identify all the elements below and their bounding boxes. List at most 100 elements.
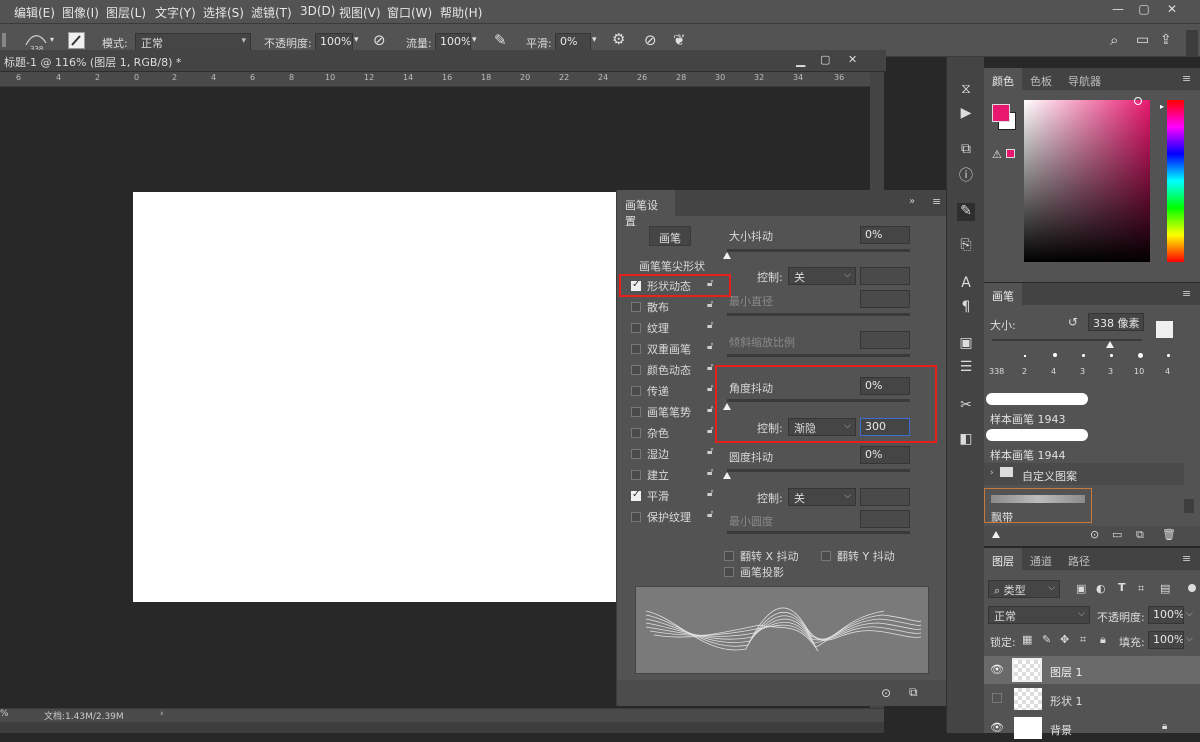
roundness-jitter-input[interactable]: 0% xyxy=(860,446,910,464)
toolbar-scroll[interactable] xyxy=(1186,30,1198,56)
reset-icon[interactable]: ↺ xyxy=(1068,315,1078,329)
tilt-scale-input[interactable] xyxy=(860,331,910,349)
trash-icon[interactable]: 🗑︎ xyxy=(1162,528,1176,541)
play-icon[interactable]: ▶ xyxy=(957,105,975,123)
slider-knob[interactable] xyxy=(723,472,731,479)
roundness-control-input[interactable] xyxy=(860,488,910,506)
brush-stroke-1944[interactable] xyxy=(986,429,1088,441)
lock-icon[interactable]: 🔓︎ xyxy=(707,425,713,436)
tab-brushes[interactable]: 画笔 xyxy=(984,283,1022,305)
dual-brush-item[interactable]: 双重画笔 🔓︎ xyxy=(631,341,713,359)
preset-group-row[interactable]: › 自定义图案 xyxy=(984,463,1184,485)
brush-presets-button[interactable]: 画笔 xyxy=(649,226,691,246)
chevron-down-icon[interactable]: ⌵ xyxy=(1186,609,1193,619)
panel-menu-icon[interactable]: ≡ xyxy=(1182,552,1191,565)
glyphs-icon[interactable]: ◧ xyxy=(957,431,975,449)
tab-paths[interactable]: 路径 xyxy=(1060,548,1098,570)
filter-adjustment-icon[interactable]: ◐ xyxy=(1096,582,1106,595)
foreground-swatch[interactable] xyxy=(992,104,1010,122)
doc-restore-icon[interactable]: ▢ xyxy=(820,53,830,66)
lock-icon[interactable]: 🔓︎ xyxy=(707,467,713,478)
flip-y-option[interactable]: 翻转 Y 抖动 xyxy=(821,548,895,564)
menu-help[interactable]: 帮助(H) xyxy=(440,4,482,21)
build-up-item[interactable]: 建立 🔓︎ xyxy=(631,467,713,485)
preset-1944-label[interactable]: 样本画笔 1944 xyxy=(990,447,1066,463)
slider-knob[interactable] xyxy=(723,252,731,259)
checkbox[interactable] xyxy=(631,323,641,333)
pressure-opacity-icon[interactable]: ⊘ xyxy=(373,33,386,48)
horizontal-scrollbar[interactable] xyxy=(0,722,884,733)
preset-strip[interactable]: 338 2 4 3 3 10 4 xyxy=(984,349,1184,379)
opacity-input[interactable]: 100% xyxy=(315,33,353,51)
flow-input[interactable]: 100% xyxy=(435,33,471,51)
filter-smart-icon[interactable]: ▤ xyxy=(1160,582,1170,595)
chevron-down-icon[interactable]: ▾ xyxy=(50,36,54,44)
menu-edit[interactable]: 编辑(E) xyxy=(14,4,55,21)
tab-navigator[interactable]: 导航器 xyxy=(1060,68,1109,90)
search-icon[interactable]: ⌕ xyxy=(1110,33,1118,48)
transfer-item[interactable]: 传递 🔓︎ xyxy=(631,383,713,401)
eye-icon[interactable]: 👁︎ xyxy=(990,721,1004,734)
checkbox[interactable] xyxy=(724,551,734,561)
chevron-down-icon[interactable]: ⌵ xyxy=(1186,634,1193,644)
checkbox[interactable] xyxy=(631,470,641,480)
zoom-level[interactable]: % xyxy=(0,709,9,719)
brush-settings-icon[interactable]: ✎ xyxy=(957,203,975,221)
noise-item[interactable]: 杂色 🔓︎ xyxy=(631,425,713,443)
preset-1943-label[interactable]: 样本画笔 1943 xyxy=(990,411,1066,427)
layer-name[interactable]: 形状 1 xyxy=(1050,693,1083,709)
airbrush-icon[interactable]: ✎ xyxy=(494,33,507,48)
checkbox[interactable] xyxy=(821,551,831,561)
chevron-down-icon[interactable]: ▾ xyxy=(354,36,359,45)
clone-source-icon[interactable]: ⎘ xyxy=(957,237,975,255)
layer-name[interactable]: 图层 1 xyxy=(1050,664,1083,680)
scattering-item[interactable]: 散布 🔓︎ xyxy=(631,299,713,317)
history-icon[interactable]: ⧖ xyxy=(957,81,975,99)
chevron-down-icon[interactable]: ▾ xyxy=(592,36,597,45)
character-icon[interactable]: A xyxy=(957,275,975,293)
lock-icon[interactable]: 🔓︎ xyxy=(707,341,713,352)
tab-color[interactable]: 颜色 xyxy=(984,68,1022,90)
color-picker-handle[interactable] xyxy=(1134,97,1142,105)
share-icon[interactable]: ⇪ xyxy=(1160,33,1172,47)
lock-icon[interactable]: 🔓︎ xyxy=(707,446,713,457)
workspace-icon[interactable]: ▭ xyxy=(1136,33,1149,47)
size-slider[interactable] xyxy=(992,339,1142,341)
new-preset-icon[interactable] xyxy=(1156,321,1173,338)
visibility-icon[interactable]: ⊙ xyxy=(1090,528,1099,541)
brush-projection-option[interactable]: 画笔投影 xyxy=(724,564,784,580)
doc-close-icon[interactable]: ✕ xyxy=(848,53,857,66)
doc-minimize-icon[interactable]: ▁ xyxy=(796,53,805,67)
lock-icon[interactable]: 🔓︎ xyxy=(707,299,713,310)
libraries-icon[interactable]: ▣ xyxy=(957,335,975,353)
texture-item[interactable]: 纹理 🔓︎ xyxy=(631,320,713,338)
checkbox[interactable] xyxy=(631,344,641,354)
filter-shape-icon[interactable]: ⌗ xyxy=(1138,582,1144,596)
checkbox[interactable] xyxy=(724,567,734,577)
min-roundness-input[interactable] xyxy=(860,510,910,528)
min-roundness-slider[interactable] xyxy=(727,531,910,534)
checkbox[interactable] xyxy=(631,428,641,438)
layer-row[interactable]: 👁︎ 图层 1 xyxy=(984,656,1200,684)
layer-filter-select[interactable]: ⌕ 类型 ⌵ xyxy=(988,580,1060,598)
hue-slider[interactable] xyxy=(1167,100,1184,262)
filter-type-icon[interactable]: T xyxy=(1118,581,1126,594)
scrollbar-thumb[interactable] xyxy=(1184,499,1194,513)
lock-transparency-icon[interactable]: ▦ xyxy=(1022,633,1032,646)
min-diameter-slider[interactable] xyxy=(727,313,910,316)
info-icon[interactable]: ⓘ xyxy=(957,165,975,184)
layer-opacity-input[interactable]: 100% xyxy=(1148,606,1184,624)
symmetry-icon[interactable]: ❦ xyxy=(673,33,686,48)
lock-icon[interactable]: 🔓︎ xyxy=(707,488,713,499)
smoothing-input[interactable]: 0% xyxy=(555,33,591,51)
visibility-toggle-icon[interactable]: ⊙ xyxy=(881,686,891,700)
chevron-right-icon[interactable]: › xyxy=(160,709,164,719)
lock-icon[interactable]: 🔓︎ xyxy=(707,509,713,520)
menu-3d[interactable]: 3D(D) xyxy=(300,4,335,18)
menu-window[interactable]: 窗口(W) xyxy=(387,4,432,21)
new-brush-icon[interactable]: ⧉ xyxy=(1136,528,1144,542)
layer-name[interactable]: 背景 xyxy=(1050,722,1072,738)
brush-stroke-1943[interactable] xyxy=(986,393,1088,405)
tab-layers[interactable]: 图层 xyxy=(984,548,1022,570)
collapse-icon[interactable]: » xyxy=(909,196,915,207)
